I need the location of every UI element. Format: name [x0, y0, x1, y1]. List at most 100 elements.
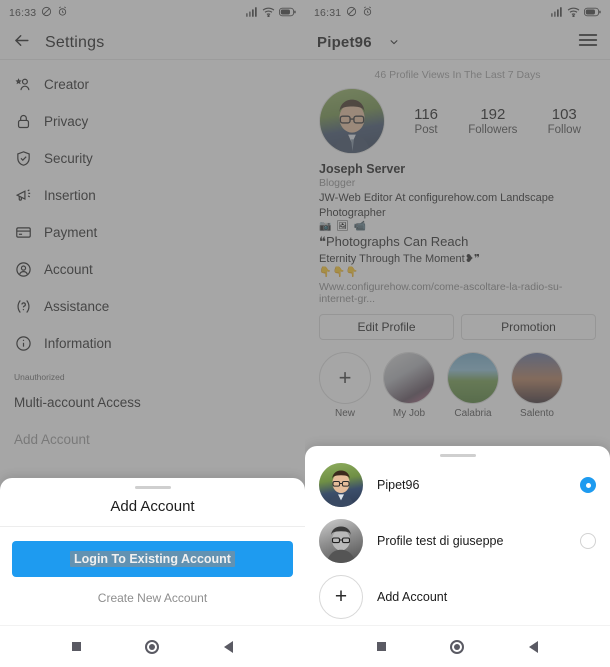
triangle-back-icon[interactable] — [223, 640, 233, 653]
signal-icon — [246, 6, 258, 20]
avatar[interactable] — [319, 88, 385, 154]
highlight-new[interactable]: + New — [319, 352, 371, 419]
bio-line-1: JW-Web Editor At configurehow.com Landsc… — [319, 192, 554, 219]
stat-following[interactable]: 103 Follow — [548, 106, 581, 136]
account-row-profile-test[interactable]: Profile test di giuseppe — [305, 513, 610, 569]
sidebar-item-label: Privacy — [44, 114, 89, 129]
info-circle-icon — [14, 335, 32, 353]
wifi-icon — [567, 7, 580, 20]
sidebar-item-label: Insertion — [44, 188, 96, 203]
account-circle-icon — [14, 261, 32, 279]
sidebar-item-account[interactable]: Account — [0, 251, 305, 288]
story-highlights-row: + New My Job Calabria Salento — [305, 340, 610, 419]
plus-icon: + — [319, 352, 371, 405]
highlight-thumb — [511, 352, 563, 405]
plus-icon: + — [319, 575, 363, 619]
sidebar-item-creator[interactable]: Creator — [0, 66, 305, 103]
alarm-icon — [362, 6, 373, 20]
account-radio-selected[interactable] — [580, 477, 596, 493]
create-new-account-link[interactable]: Create New Account — [12, 577, 293, 613]
lock-icon — [14, 113, 32, 131]
left-status-bar: 16:33 — [0, 0, 305, 26]
account-switcher-bottom-sheet: Pipet96 Profile test di giuseppe + Add A… — [305, 446, 610, 625]
creator-person-star-icon — [14, 76, 32, 94]
account-radio-unselected[interactable] — [580, 533, 596, 549]
avatar — [319, 519, 363, 563]
battery-icon — [279, 7, 296, 20]
highlight-label: Salento — [520, 408, 554, 420]
square-recents-icon[interactable] — [377, 642, 387, 651]
stat-followers[interactable]: 192 Followers — [468, 106, 517, 136]
highlight-thumb — [447, 352, 499, 405]
wifi-icon — [262, 7, 275, 20]
bio-quote-line-1: ❝Photographs Can Reach — [319, 233, 469, 249]
highlight-label: New — [334, 408, 355, 420]
back-arrow-icon[interactable] — [12, 31, 31, 55]
section-header-unauthorized: Unauthorized — [14, 372, 65, 382]
sidebar-item-security[interactable]: Security — [0, 140, 305, 177]
bio-display-name: Joseph Server — [319, 162, 406, 176]
profile-bio: Joseph Server Blogger JW-Web Editor At c… — [305, 154, 610, 305]
highlight-label: My Job — [392, 408, 426, 420]
add-account-bottom-sheet: Add Account Login To Existing Account Cr… — [0, 478, 305, 625]
sidebar-item-add-account[interactable]: Add Account — [0, 421, 305, 458]
sidebar-item-payment[interactable]: Payment — [0, 214, 305, 251]
circle-home-icon[interactable] — [450, 639, 465, 654]
chevron-down-icon[interactable] — [389, 37, 399, 49]
account-name: Pipet96 — [377, 478, 420, 492]
stat-value: 103 — [551, 106, 577, 123]
edit-profile-button[interactable]: Edit Profile — [319, 314, 454, 341]
sidebar-item-label: Account — [44, 262, 93, 277]
bio-website-link[interactable]: Www.configurehow.com/come-ascoltare-la-r… — [319, 281, 596, 305]
sidebar-item-label: Security — [44, 151, 93, 166]
credit-card-icon — [14, 224, 32, 242]
status-time: 16:31 — [314, 7, 342, 19]
bio-quote-line-2: Eternity Through The Moment❥❞ — [319, 253, 480, 266]
right-phone-screen: 16:31 Pipet96 46 Profile Views In The La… — [305, 0, 610, 667]
sidebar-item-label: Payment — [44, 225, 98, 240]
megaphone-icon — [14, 187, 32, 205]
add-account-row[interactable]: + Add Account — [305, 569, 610, 625]
stat-label: Followers — [468, 124, 518, 136]
stat-posts[interactable]: 116 Post — [414, 106, 438, 136]
avatar — [319, 463, 363, 507]
promotion-button[interactable]: Promotion — [461, 314, 596, 341]
profile-views-note: 46 Profile Views In The Last 7 Days — [374, 69, 541, 81]
sidebar-item-insertion[interactable]: Insertion — [0, 177, 305, 214]
square-recents-icon[interactable] — [72, 642, 82, 651]
status-time: 16:33 — [9, 7, 37, 19]
sidebar-item-privacy[interactable]: Privacy — [0, 103, 305, 140]
stat-label: Post — [414, 124, 438, 136]
sidebar-item-multi-account-access[interactable]: Multi-account Access — [0, 384, 305, 421]
login-to-existing-account-button[interactable]: Login To Existing Account — [12, 541, 293, 577]
circle-home-icon[interactable] — [145, 639, 160, 654]
triangle-back-icon[interactable] — [528, 640, 538, 653]
bio-emoji-row-1: 📷 🖼 📹 — [319, 220, 368, 232]
account-row-pipet96[interactable]: Pipet96 — [305, 457, 610, 513]
sidebar-item-label: Add Account — [14, 432, 90, 447]
bio-category: Blogger — [319, 177, 356, 189]
login-button-label: Login To Existing Account — [70, 551, 235, 567]
profile-username[interactable]: Pipet96 — [317, 34, 372, 51]
shield-check-icon — [14, 150, 32, 168]
stat-value: 192 — [480, 106, 506, 123]
left-app-bar: Settings — [0, 26, 305, 60]
sidebar-item-label: Information — [44, 336, 112, 351]
highlight-label: Calabria — [454, 408, 492, 420]
bio-emoji-row-2: 👇👇👇 — [319, 267, 360, 279]
sidebar-item-assistance[interactable]: Assistance — [0, 288, 305, 325]
signal-icon — [551, 6, 563, 20]
profile-header: 116 Post 192 Followers 103 Follow — [305, 88, 610, 154]
alarm-icon — [57, 6, 68, 20]
sidebar-item-information[interactable]: Information — [0, 325, 305, 362]
sidebar-item-label: Creator — [44, 77, 90, 92]
stat-label: Follow — [547, 124, 581, 136]
hamburger-menu-icon[interactable] — [578, 32, 598, 53]
settings-list: Creator Privacy Security Insertion Payme — [0, 60, 305, 458]
highlight-my-job[interactable]: My Job — [383, 352, 435, 419]
highlight-salento[interactable]: Salento — [511, 352, 563, 419]
no-sound-icon — [346, 6, 357, 20]
profile-stats: 116 Post 192 Followers 103 Follow — [391, 106, 596, 136]
help-question-icon — [14, 298, 32, 316]
highlight-calabria[interactable]: Calabria — [447, 352, 499, 419]
